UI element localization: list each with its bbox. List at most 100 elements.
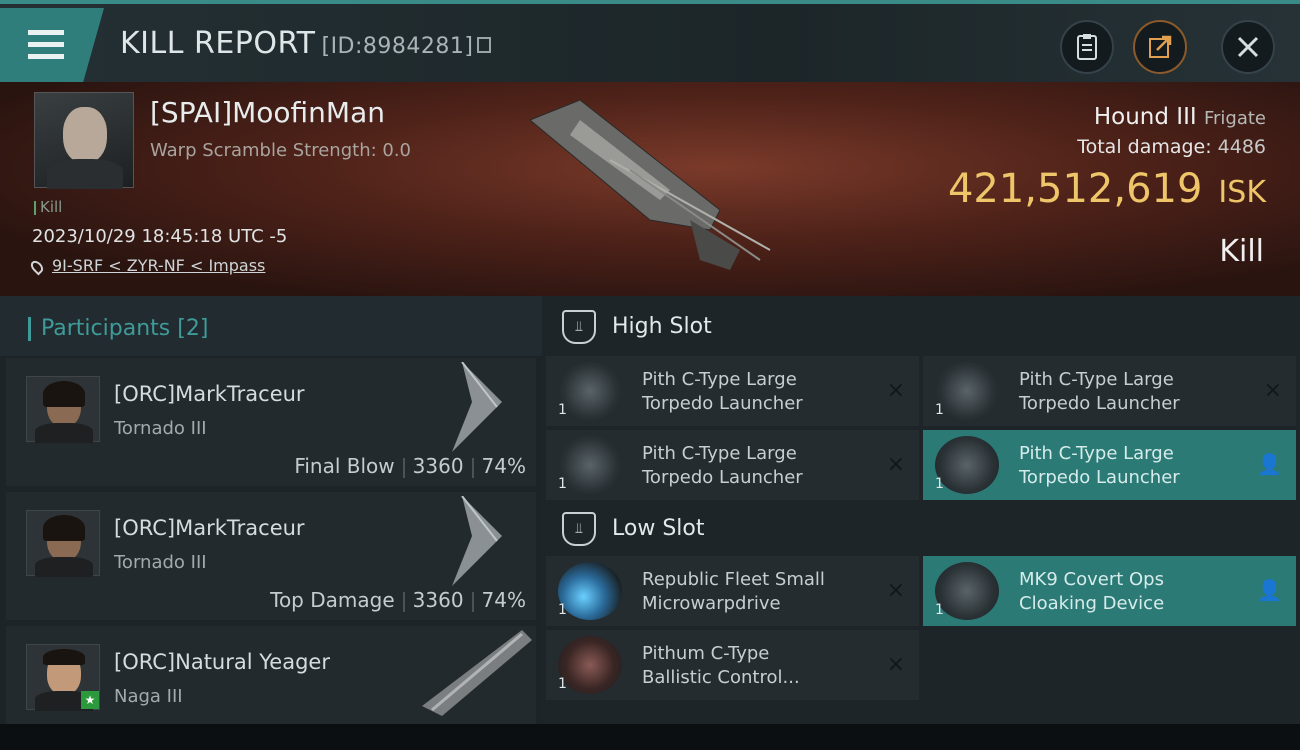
dropped-icon: 👤 bbox=[1257, 452, 1282, 476]
participants-panel: Participants [2] [ORC]MarkTraceur Tornad… bbox=[0, 296, 542, 724]
clipboard-button[interactable] bbox=[1060, 20, 1114, 74]
module-name: Pith C-Type Large Torpedo Launcher bbox=[1019, 442, 1259, 490]
participant-name: [ORC]Natural Yeager bbox=[114, 650, 330, 674]
module-name: Pith C-Type Large Torpedo Launcher bbox=[642, 442, 882, 490]
module-qty: 1 bbox=[558, 602, 567, 618]
module-item[interactable]: 1 Pithum C-Type Ballistic Control... × bbox=[546, 630, 919, 700]
module-item[interactable]: 1 MK9 Covert Ops Cloaking Device 👤 bbox=[923, 556, 1296, 626]
fitting-panel: ⫫ High Slot 1 Pith C-Type Large Torpedo L… bbox=[542, 296, 1300, 724]
location-pin-icon bbox=[28, 258, 46, 275]
module-item[interactable]: 1 Pith C-Type Large Torpedo Launcher 👤 bbox=[923, 430, 1296, 500]
module-name: Republic Fleet Small Microwarpdrive bbox=[642, 568, 882, 616]
total-damage-label: Total damage: bbox=[1077, 136, 1212, 158]
stat-separator bbox=[402, 457, 405, 478]
participants-label: Participants bbox=[41, 316, 171, 341]
module-name-line2: Torpedo Launcher bbox=[1019, 467, 1180, 488]
module-qty: 1 bbox=[935, 402, 944, 418]
participant-card[interactable]: ★ [ORC]Natural Yeager Naga III bbox=[6, 626, 536, 724]
victim-ship-image bbox=[529, 100, 771, 270]
participant-role: Final Blow bbox=[294, 454, 395, 478]
scramble-strength: Warp Scramble Strength: 0.0 bbox=[150, 140, 412, 161]
module-name-line2: Torpedo Launcher bbox=[642, 467, 803, 488]
destroyed-icon: × bbox=[1263, 378, 1282, 403]
destroyed-icon: × bbox=[886, 652, 905, 677]
location[interactable]: 9I-SRF < ZYR-NF < Impass bbox=[28, 256, 265, 275]
module-icon bbox=[558, 562, 622, 620]
module-name-line1: Pith C-Type Large bbox=[642, 369, 797, 390]
star-badge-icon: ★ bbox=[81, 691, 99, 709]
module-qty: 1 bbox=[935, 602, 944, 618]
menu-icon-bar bbox=[28, 42, 64, 47]
module-name-line1: Pithum C-Type bbox=[642, 643, 770, 664]
clipboard-icon bbox=[1077, 34, 1097, 60]
avatar-hair bbox=[43, 515, 85, 541]
module-name-line1: MK9 Covert Ops bbox=[1019, 569, 1164, 590]
participant-percent: 74% bbox=[481, 588, 526, 612]
page-title: KILL REPORT [ID:8984281] bbox=[120, 26, 492, 61]
module-name-line2: Torpedo Launcher bbox=[642, 393, 803, 414]
kill-tag-text: Kill bbox=[40, 198, 63, 216]
title-text: KILL REPORT bbox=[120, 26, 316, 61]
menu-button[interactable] bbox=[0, 8, 104, 82]
isk-value: 421,512,619 ISK bbox=[948, 166, 1266, 212]
participant-ship: Naga III bbox=[114, 686, 183, 707]
participants-count: [2] bbox=[177, 316, 209, 341]
participant-damage: 3360 bbox=[412, 454, 464, 478]
module-name: MK9 Covert Ops Cloaking Device bbox=[1019, 568, 1259, 616]
participant-damage: 3360 bbox=[412, 588, 464, 612]
module-item[interactable]: 1 Pith C-Type Large Torpedo Launcher × bbox=[546, 356, 919, 426]
location-link[interactable]: 9I-SRF < ZYR-NF < Impass bbox=[52, 256, 265, 275]
tag-marker bbox=[34, 200, 36, 215]
avatar-head bbox=[63, 107, 107, 163]
result-label: Kill bbox=[1219, 234, 1264, 269]
module-name: Pithum C-Type Ballistic Control... bbox=[642, 642, 882, 690]
module-item[interactable]: 1 Republic Fleet Small Microwarpdrive × bbox=[546, 556, 919, 626]
total-damage-value: 4486 bbox=[1217, 136, 1266, 158]
participant-card[interactable]: [ORC]MarkTraceur Tornado III Top Damage 3… bbox=[6, 492, 536, 620]
participant-avatar bbox=[26, 510, 100, 577]
high-slot-label: High Slot bbox=[612, 314, 712, 339]
destroyed-icon: × bbox=[886, 378, 905, 403]
low-slot-header: ⫫ Low Slot bbox=[542, 498, 1300, 560]
module-name-line1: Pith C-Type Large bbox=[1019, 369, 1174, 390]
menu-icon bbox=[28, 30, 64, 35]
kill-datetime: 2023/10/29 18:45:18 UTC -5 bbox=[32, 226, 288, 247]
avatar-body bbox=[35, 557, 93, 577]
module-icon bbox=[558, 436, 622, 494]
avatar-body bbox=[47, 159, 123, 189]
module-icon bbox=[935, 436, 999, 494]
module-name-line2: Torpedo Launcher bbox=[1019, 393, 1180, 414]
module-name: Pith C-Type Large Torpedo Launcher bbox=[642, 368, 882, 416]
copy-icon[interactable] bbox=[477, 36, 492, 53]
participant-ship: Tornado III bbox=[114, 418, 207, 439]
participant-ship: Tornado III bbox=[114, 552, 207, 573]
module-qty: 1 bbox=[935, 476, 944, 492]
kill-report-window: KILL REPORT [ID:8984281] [SPAI]MoofinMan … bbox=[0, 0, 1300, 750]
module-name-line2: Cloaking Device bbox=[1019, 593, 1165, 614]
close-button[interactable] bbox=[1221, 20, 1275, 74]
isk-amount: 421,512,619 bbox=[947, 166, 1203, 212]
participant-avatar: ★ bbox=[26, 644, 100, 711]
participant-percent: 74% bbox=[481, 454, 526, 478]
share-button[interactable] bbox=[1133, 20, 1187, 74]
participant-ship-image bbox=[452, 362, 502, 452]
high-slot-header: ⫫ High Slot bbox=[542, 296, 1300, 358]
share-icon bbox=[1149, 35, 1172, 58]
victim-name[interactable]: [SPAI]MoofinMan bbox=[150, 96, 385, 129]
module-item[interactable]: 1 Pith C-Type Large Torpedo Launcher × bbox=[546, 430, 919, 500]
module-qty: 1 bbox=[558, 676, 567, 692]
module-qty: 1 bbox=[558, 402, 567, 418]
header-bar: KILL REPORT [ID:8984281] bbox=[0, 0, 1300, 82]
victim-avatar[interactable] bbox=[34, 92, 134, 189]
stat-separator bbox=[471, 457, 474, 478]
kill-tag: Kill bbox=[34, 198, 62, 216]
participant-avatar bbox=[26, 376, 100, 443]
participant-role: Top Damage bbox=[270, 588, 395, 612]
participant-card[interactable]: [ORC]MarkTraceur Tornado III Final Blow 3… bbox=[6, 358, 536, 486]
participant-ship-image bbox=[452, 496, 502, 586]
module-name-line2: Microwarpdrive bbox=[642, 593, 781, 614]
module-icon bbox=[935, 362, 999, 420]
total-damage: Total damage: 4486 bbox=[1077, 136, 1266, 158]
participant-name: [ORC]MarkTraceur bbox=[114, 516, 305, 540]
module-item[interactable]: 1 Pith C-Type Large Torpedo Launcher × bbox=[923, 356, 1296, 426]
